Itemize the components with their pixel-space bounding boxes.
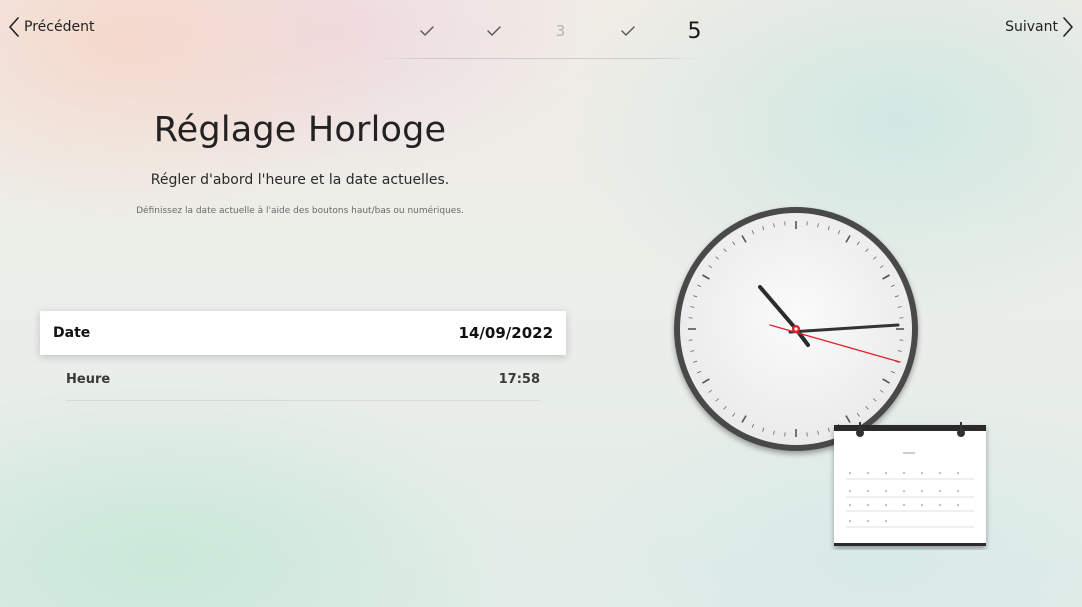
step-3-number: 3 [555,22,566,40]
check-icon [419,24,435,38]
date-value: 14/09/2022 [458,324,553,342]
time-label: Heure [66,371,111,387]
previous-button[interactable]: Précédent [8,16,94,38]
time-row[interactable]: Heure 17:58 [40,357,566,401]
date-label: Date [53,325,91,341]
step-indicator: 3 5 [393,14,728,48]
check-icon [620,24,636,38]
step-divider [378,58,700,59]
chevron-left-icon [8,16,20,38]
chevron-right-icon [1062,16,1074,38]
clock-calendar-illustration [670,205,992,550]
step-5: 5 [661,14,728,48]
step-1 [393,14,460,48]
time-value: 17:58 [498,371,540,387]
previous-label: Précédent [24,19,95,35]
step-2 [460,14,527,48]
step-4 [594,14,661,48]
calendar-icon [834,425,986,546]
page-title: Réglage Horloge [153,110,447,150]
date-row[interactable]: Date 14/09/2022 [40,311,566,355]
next-button[interactable]: Suivant [1005,16,1074,38]
page-subtitle: Régler d'abord l'heure et la date actuel… [150,172,450,188]
clock-illustration-svg [674,207,986,546]
step-5-number: 5 [687,18,702,44]
check-icon [486,24,502,38]
page-hint: Définissez la date actuelle à l'aide des… [136,206,464,216]
next-label: Suivant [1005,19,1058,35]
step-3: 3 [527,14,594,48]
